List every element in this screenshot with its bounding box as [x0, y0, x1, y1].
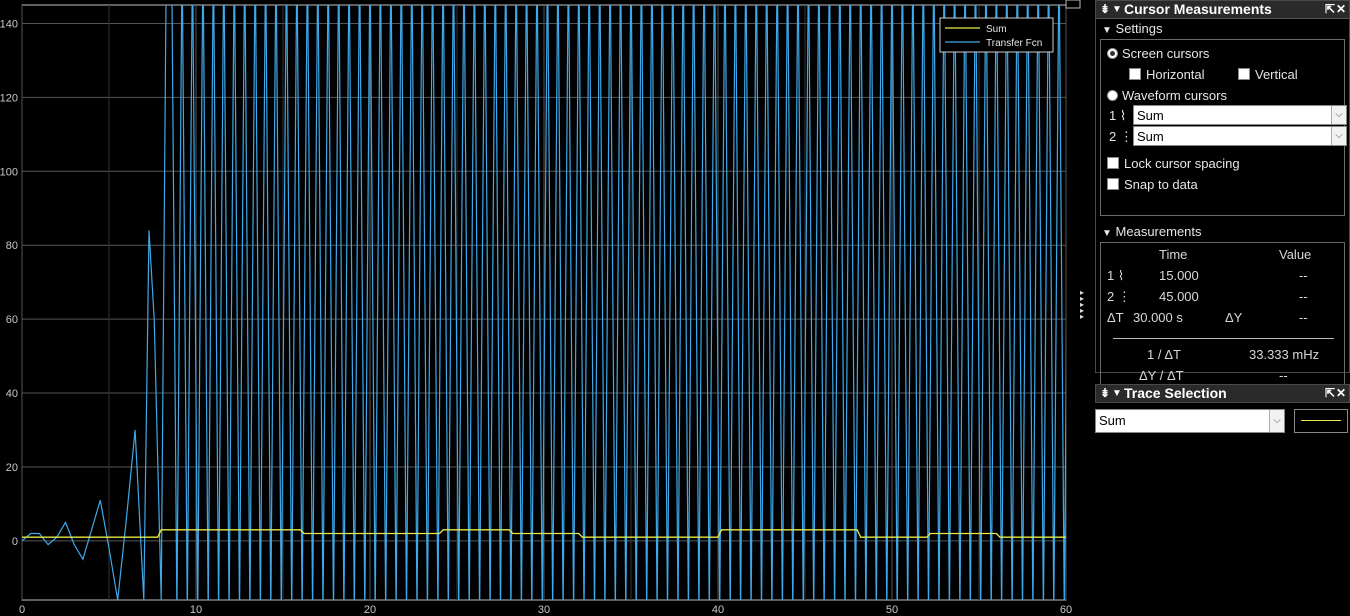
- row2-value: --: [1299, 289, 1308, 304]
- radio-selected-icon: [1107, 48, 1118, 59]
- dt-value: 30.000 s: [1133, 310, 1183, 325]
- y-tick-label: 20: [6, 462, 18, 474]
- snap-checkbox[interactable]: Snap to data: [1107, 177, 1198, 192]
- settings-box: Screen cursors Horizontal Vertical Wavef…: [1100, 39, 1347, 216]
- legend-label: Sum: [986, 24, 1007, 35]
- pin-icon[interactable]: ⇟: [1100, 1, 1110, 18]
- radio-icon: [1107, 90, 1118, 101]
- checkbox-icon: [1238, 68, 1250, 80]
- trace-line-style-button[interactable]: [1294, 409, 1348, 433]
- x-tick-label: 0: [19, 604, 25, 616]
- cursor1-select[interactable]: Sum ⌵: [1133, 105, 1347, 125]
- lock-spacing-checkbox[interactable]: Lock cursor spacing: [1107, 156, 1240, 171]
- vertical-checkbox[interactable]: Vertical: [1238, 67, 1298, 82]
- y-tick-label: 80: [6, 240, 18, 252]
- col-time-header: Time: [1159, 247, 1188, 262]
- row1-time: 15.000: [1159, 268, 1199, 283]
- legend-label: Transfer Fcn: [986, 38, 1042, 49]
- chevron-down-icon: ⌵: [1331, 127, 1346, 145]
- y-tick-label: 40: [6, 388, 18, 400]
- row1-label: 1 ⌇: [1107, 268, 1125, 283]
- cursor2-select[interactable]: Sum ⌵: [1133, 126, 1347, 146]
- inv-dt-value: 33.333 mHz: [1249, 347, 1320, 362]
- chevron-down-icon: ▼: [1102, 228, 1112, 239]
- collapse-icon[interactable]: ▼: [1112, 385, 1122, 402]
- row2-label: 2 ⋮: [1107, 289, 1131, 304]
- measurements-label: Measurements: [1115, 224, 1202, 239]
- row2-time: 45.000: [1159, 289, 1199, 304]
- dt-label: ΔT: [1107, 310, 1124, 325]
- splitter[interactable]: [1085, 0, 1095, 616]
- trace-select[interactable]: Sum ⌵: [1095, 409, 1285, 433]
- x-tick-label: 10: [190, 604, 202, 616]
- dy-value: --: [1299, 310, 1308, 325]
- expand-panel-handle[interactable]: ▸ ▸ ▸ ▸ ▸: [1080, 289, 1084, 321]
- cursor1-label: 1 ⌇: [1109, 108, 1127, 123]
- axes-toolbar-icon: [1065, 0, 1081, 9]
- dy-label: ΔY: [1225, 310, 1243, 325]
- waveform-cursors-label: Waveform cursors: [1122, 88, 1227, 103]
- horizontal-label: Horizontal: [1146, 67, 1205, 82]
- screen-cursors-label: Screen cursors: [1122, 46, 1210, 61]
- collapse-icon[interactable]: ▼: [1112, 1, 1122, 18]
- scope-plot[interactable]: 0 20 40 60 80 100 120 140 0 10 20 30 40 50 60 Sum Transf…: [0, 0, 1085, 616]
- trace-select-value: Sum: [1099, 413, 1126, 428]
- settings-label: Settings: [1115, 21, 1163, 36]
- settings-section-header[interactable]: ▼ Settings: [1096, 19, 1349, 39]
- measurements-section-header[interactable]: ▼ Measurements: [1096, 222, 1349, 242]
- close-icon[interactable]: ✕: [1336, 1, 1346, 18]
- undock-icon[interactable]: ⇱: [1325, 1, 1335, 18]
- y-tick-label: 120: [0, 92, 18, 104]
- trace-selection-panel: ⇟ ▼ Trace Selection ⇱ ✕ Sum ⌵: [1095, 384, 1350, 438]
- cursor-panel-header: ⇟ ▼ Cursor Measurements ⇱ ✕: [1096, 1, 1349, 19]
- lock-spacing-label: Lock cursor spacing: [1124, 156, 1240, 171]
- trace-panel-header: ⇟ ▼ Trace Selection ⇱ ✕: [1095, 384, 1350, 403]
- dydt-value: --: [1279, 368, 1288, 383]
- cursor2-select-value: Sum: [1137, 129, 1164, 144]
- cursor1-select-value: Sum: [1137, 108, 1164, 123]
- y-tick-label: 0: [12, 536, 18, 548]
- x-tick-label: 60: [1060, 604, 1072, 616]
- checkbox-icon: [1129, 68, 1141, 80]
- x-tick-label: 30: [538, 604, 550, 616]
- undock-icon[interactable]: ⇱: [1325, 385, 1335, 402]
- col-value-header: Value: [1279, 247, 1312, 262]
- plot-svg: 0 20 40 60 80 100 120 140 0 10 20 30 40 50 60 Sum Transf…: [0, 0, 1081, 616]
- close-icon[interactable]: ✕: [1336, 385, 1346, 402]
- dydt-label: ΔY / ΔT: [1139, 368, 1184, 383]
- divider: [1113, 338, 1334, 339]
- x-tick-label: 50: [886, 604, 898, 616]
- x-tick-label: 40: [712, 604, 724, 616]
- row1-value: --: [1299, 268, 1308, 283]
- screen-cursors-radio[interactable]: Screen cursors: [1107, 46, 1209, 61]
- y-tick-label: 100: [0, 166, 18, 178]
- checkbox-icon: [1107, 157, 1119, 169]
- x-tick-label: 20: [364, 604, 376, 616]
- snap-label: Snap to data: [1124, 177, 1198, 192]
- chevron-down-icon: ⌵: [1331, 106, 1346, 124]
- pin-icon[interactable]: ⇟: [1100, 385, 1110, 402]
- cursor-panel-title: Cursor Measurements: [1124, 1, 1272, 17]
- cursor2-label: 2 ⋮: [1109, 129, 1133, 144]
- vertical-label: Vertical: [1255, 67, 1298, 82]
- cursor-measurements-panel: ⇟ ▼ Cursor Measurements ⇱ ✕ ▼ Settings S…: [1095, 0, 1350, 392]
- chevron-down-icon: ⌵: [1269, 410, 1284, 432]
- checkbox-icon: [1107, 178, 1119, 190]
- measurements-box: Time Value 1 ⌇ 15.000 -- 2 ⋮ 45.000 -- Δ…: [1100, 242, 1345, 392]
- chevron-down-icon: ▼: [1102, 25, 1112, 36]
- y-tick-label: 60: [6, 314, 18, 326]
- waveform-cursors-radio[interactable]: Waveform cursors: [1107, 88, 1227, 103]
- trace-panel-title: Trace Selection: [1124, 385, 1227, 401]
- trace-color-swatch: [1301, 420, 1341, 421]
- inv-dt-label: 1 / ΔT: [1147, 347, 1181, 362]
- y-tick-label: 140: [0, 18, 18, 30]
- horizontal-checkbox[interactable]: Horizontal: [1129, 67, 1205, 82]
